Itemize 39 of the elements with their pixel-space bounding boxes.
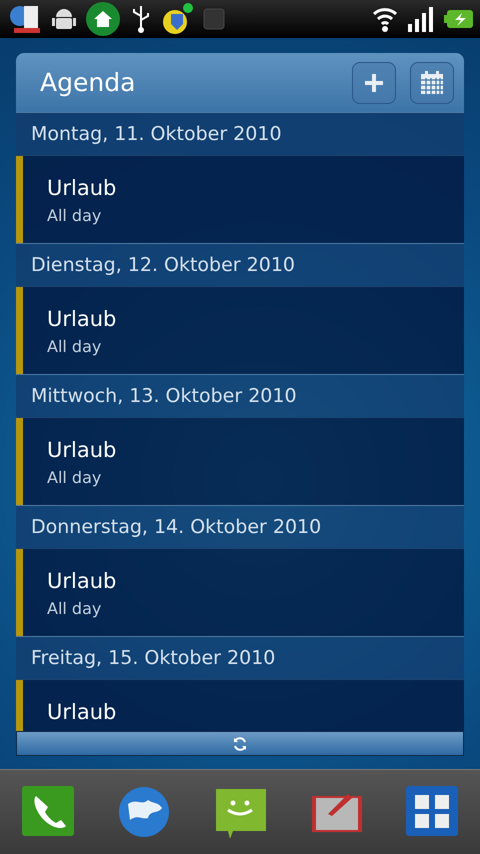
battery-charging-icon	[444, 8, 474, 30]
event-title: Urlaub	[47, 176, 116, 200]
phone-icon	[22, 786, 74, 838]
messaging-button[interactable]	[214, 786, 266, 838]
phone-button[interactable]	[22, 786, 74, 838]
refresh-icon	[232, 736, 248, 752]
shield-icon	[162, 2, 194, 36]
wifi-icon	[372, 5, 398, 33]
date-header: Dienstag, 12. Oktober 2010	[16, 243, 464, 287]
refresh-button[interactable]	[16, 731, 464, 756]
grid-icon	[406, 786, 458, 838]
date-header: Mittwoch, 13. Oktober 2010	[16, 374, 464, 418]
event-time: All day	[47, 468, 102, 487]
widget-title: Agenda	[40, 68, 136, 97]
date-header: Donnerstag, 14. Oktober 2010	[16, 505, 464, 549]
home-icon	[86, 2, 120, 36]
event-title: Urlaub	[47, 438, 116, 462]
event-item[interactable]: Urlaub All day	[16, 418, 464, 505]
add-button[interactable]	[352, 62, 396, 104]
date-header: Freitag, 15. Oktober 2010	[16, 636, 464, 680]
calendar-icon	[419, 70, 445, 96]
date-header: Montag, 11. Oktober 2010	[16, 112, 464, 156]
globe-icon	[118, 786, 170, 838]
chat-bubble-icon	[214, 786, 266, 838]
event-item[interactable]: Urlaub All day	[16, 156, 464, 243]
event-title: Urlaub	[47, 307, 116, 331]
event-item[interactable]: Urlaub All day	[16, 287, 464, 374]
event-item[interactable]: Urlaub	[16, 680, 464, 731]
event-title: Urlaub	[47, 700, 116, 724]
event-time: All day	[47, 599, 102, 618]
apps-button[interactable]	[406, 786, 458, 838]
event-time: All day	[47, 206, 102, 225]
signal-icon	[406, 4, 436, 34]
plus-icon	[363, 72, 385, 94]
event-time: All day	[47, 337, 102, 356]
event-title: Urlaub	[47, 569, 116, 593]
calendar-button[interactable]	[410, 62, 454, 104]
globe-button[interactable]	[118, 786, 170, 838]
event-item[interactable]: Urlaub All day	[16, 549, 464, 636]
